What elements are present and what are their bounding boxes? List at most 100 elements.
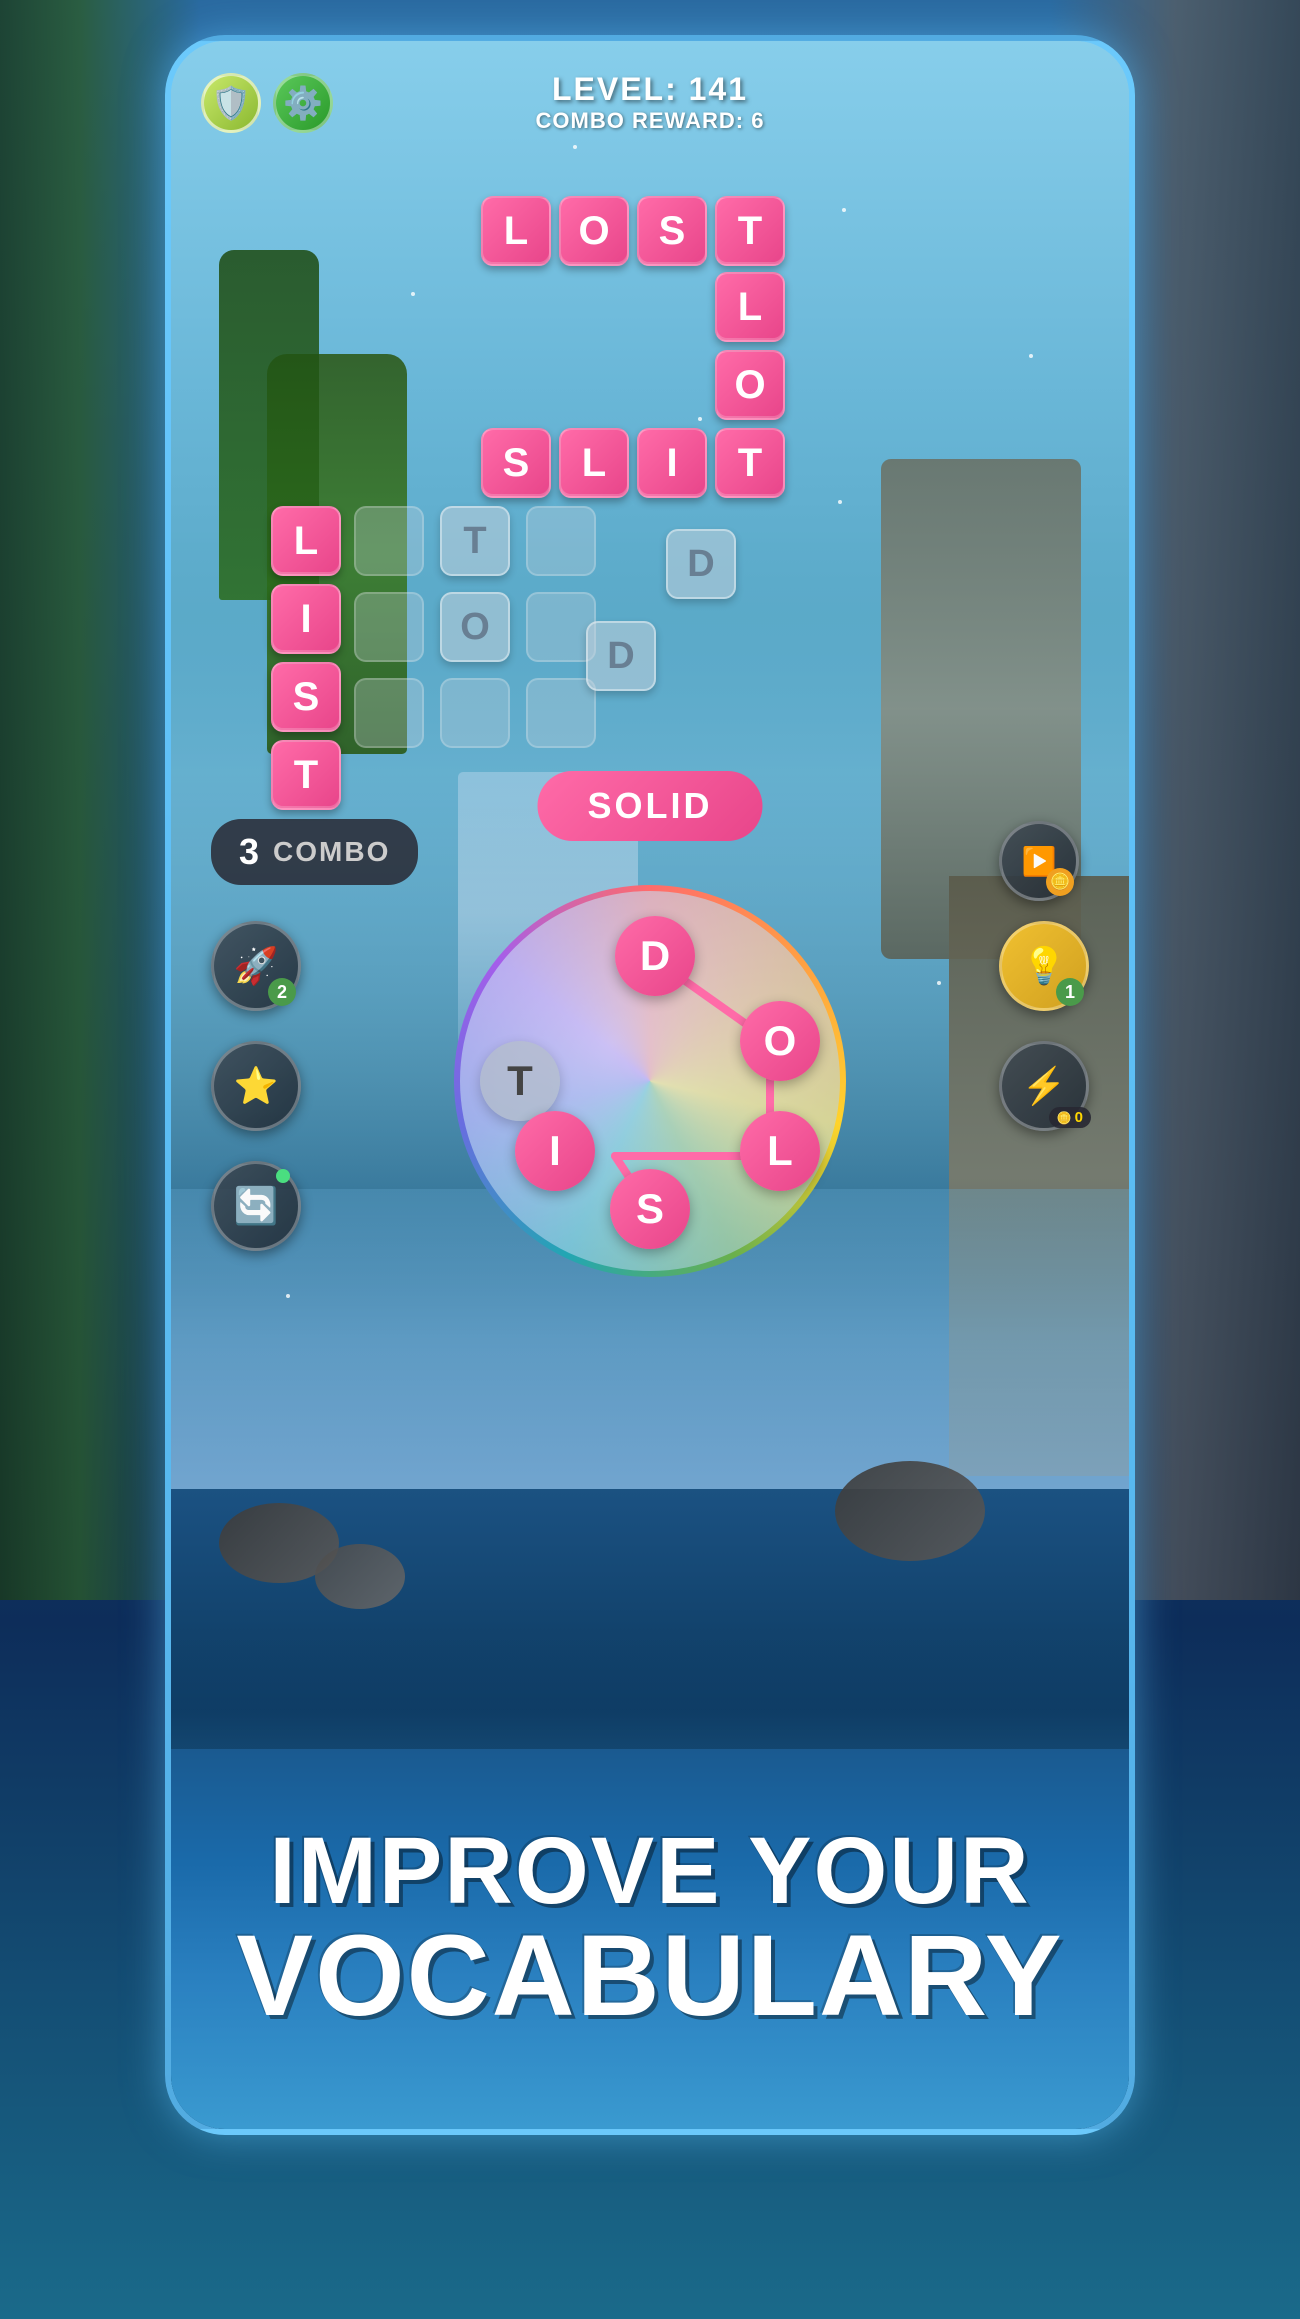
video-button[interactable]: ▶️ 🪙 [999,821,1079,901]
tile-letter: L [294,519,318,564]
coin-small-icon: 🪙 [1057,1111,1072,1125]
combo-label: COMBO [273,836,390,868]
gray-grid: T O [354,506,604,756]
tile-O-lost: O [559,196,629,266]
phone-frame: 🛡️ ⚙️ LEVEL: 141 COMBO REWARD: 6 L O S T… [165,35,1135,2135]
tile-letter: S [503,441,530,486]
combo-badge: 3 COMBO [211,819,418,885]
rocket-button-container: 🚀 2 [211,921,301,1011]
tile-D-right: D [666,529,736,599]
tile-L-slit: L [559,428,629,498]
hint-button-container: 💡 1 [999,921,1089,1011]
grid-cell-1 [354,506,424,576]
wheel-letter-text: S [636,1185,664,1233]
hint-badge: 1 [1056,978,1084,1006]
rocket-button[interactable]: 🚀 2 [211,921,301,1011]
wheel-letter-text: L [767,1127,793,1175]
tile-L-lost: L [481,196,551,266]
tile-T-list: T [271,740,341,810]
wheel-letter-D[interactable]: D [615,916,695,996]
lightning-button[interactable]: ⚡ 🪙 0 [999,1041,1089,1131]
tile-S-lost: S [637,196,707,266]
refresh-button-container: 🔄 [211,1161,301,1251]
refresh-icon: 🔄 [234,1185,279,1227]
grid-cell-8 [440,678,510,748]
tile-letter: T [463,520,486,563]
grid-cell-3 [526,506,596,576]
wheel-letter-S[interactable]: S [610,1169,690,1249]
tile-D-bottom: D [586,621,656,691]
sparkle10 [286,1294,290,1298]
shield-button[interactable]: 🛡️ [201,73,261,133]
sparkle1 [411,292,415,296]
bottom-text-area: IMPROVE YOUR VOCABULARY [171,1749,1129,2129]
wheel-letter-text: D [640,932,670,980]
coin-badge: 🪙 [1046,868,1074,896]
tile-letter: S [293,675,320,720]
wheel-letter-L[interactable]: L [740,1111,820,1191]
rock3 [835,1461,985,1561]
header: 🛡️ ⚙️ LEVEL: 141 COMBO REWARD: 6 [171,71,1129,134]
wheel-letter-text: I [549,1127,561,1175]
star-button[interactable]: ⭐ [211,1041,301,1131]
word-lost-row: L O S T [481,196,785,266]
tile-I-slit: I [637,428,707,498]
current-word-display: SOLID [537,771,762,841]
refresh-button[interactable]: 🔄 [211,1161,301,1251]
tile-letter: T [738,209,762,254]
tile-O-vertical: O [715,350,785,420]
wheel-letter-text: T [507,1057,533,1105]
current-word-text: SOLID [587,785,712,826]
tile-T-lost: T [715,196,785,266]
tile-T-slit: T [715,428,785,498]
grid-cell-4 [354,592,424,662]
letter-wheel-container[interactable]: D O T L I S [460,891,840,1271]
coin-icon: 🪙 [1050,872,1070,892]
tile-S-list: S [271,662,341,732]
rock2 [315,1544,405,1609]
tile-S-slit: S [481,428,551,498]
gear-button[interactable]: ⚙️ [273,73,333,133]
tile-letter: D [607,635,634,678]
header-center: LEVEL: 141 COMBO REWARD: 6 [536,71,765,134]
tile-L-list: L [271,506,341,576]
improve-line1: IMPROVE YOUR [269,1824,1030,1919]
sparkle2 [698,417,702,421]
tile-letter: T [738,441,762,486]
hint-button[interactable]: 💡 1 [999,921,1089,1011]
tile-I-list: I [271,584,341,654]
gear-icon: ⚙️ [283,84,323,122]
tile-L-vertical: L [715,272,785,342]
grid-cell-T: T [440,506,510,576]
tile-letter: L [738,285,762,330]
col-list-vertical: L I S T [271,506,341,810]
word-slit-row: S L I T [481,428,785,498]
grid-cell-O: O [440,592,510,662]
wheel-body: D O T L I S [460,891,840,1271]
lightning-button-container: ⚡ 🪙 0 [999,1041,1089,1131]
lightning-badge: 🪙 0 [1049,1107,1091,1128]
sparkle3 [842,208,846,212]
wheel-letter-O[interactable]: O [740,1001,820,1081]
improve-line2: VOCABULARY [236,1919,1063,2034]
wheel-letter-I[interactable]: I [515,1111,595,1191]
wheel-letter-T[interactable]: T [480,1041,560,1121]
tile-letter: D [687,543,714,586]
tile-letter: O [460,606,490,649]
lightning-count: 0 [1075,1109,1083,1126]
shield-icon: 🛡️ [211,84,251,122]
tile-letter: S [659,209,686,254]
rocket-badge: 2 [268,978,296,1006]
wheel-letter-text: O [764,1017,797,1065]
refresh-green-dot [276,1169,290,1183]
star-button-container: ⭐ [211,1041,301,1131]
combo-reward-label: COMBO REWARD: 6 [536,108,765,134]
tile-letter: T [294,753,318,798]
header-buttons: 🛡️ ⚙️ [201,73,333,133]
level-label: LEVEL: 141 [536,71,765,108]
grid-cell-7 [354,678,424,748]
star-icon: ⭐ [234,1065,279,1107]
tile-letter: O [734,363,765,408]
phone-scene: 🛡️ ⚙️ LEVEL: 141 COMBO REWARD: 6 L O S T… [171,41,1129,2129]
col-lo-vertical: L O [715,272,785,420]
